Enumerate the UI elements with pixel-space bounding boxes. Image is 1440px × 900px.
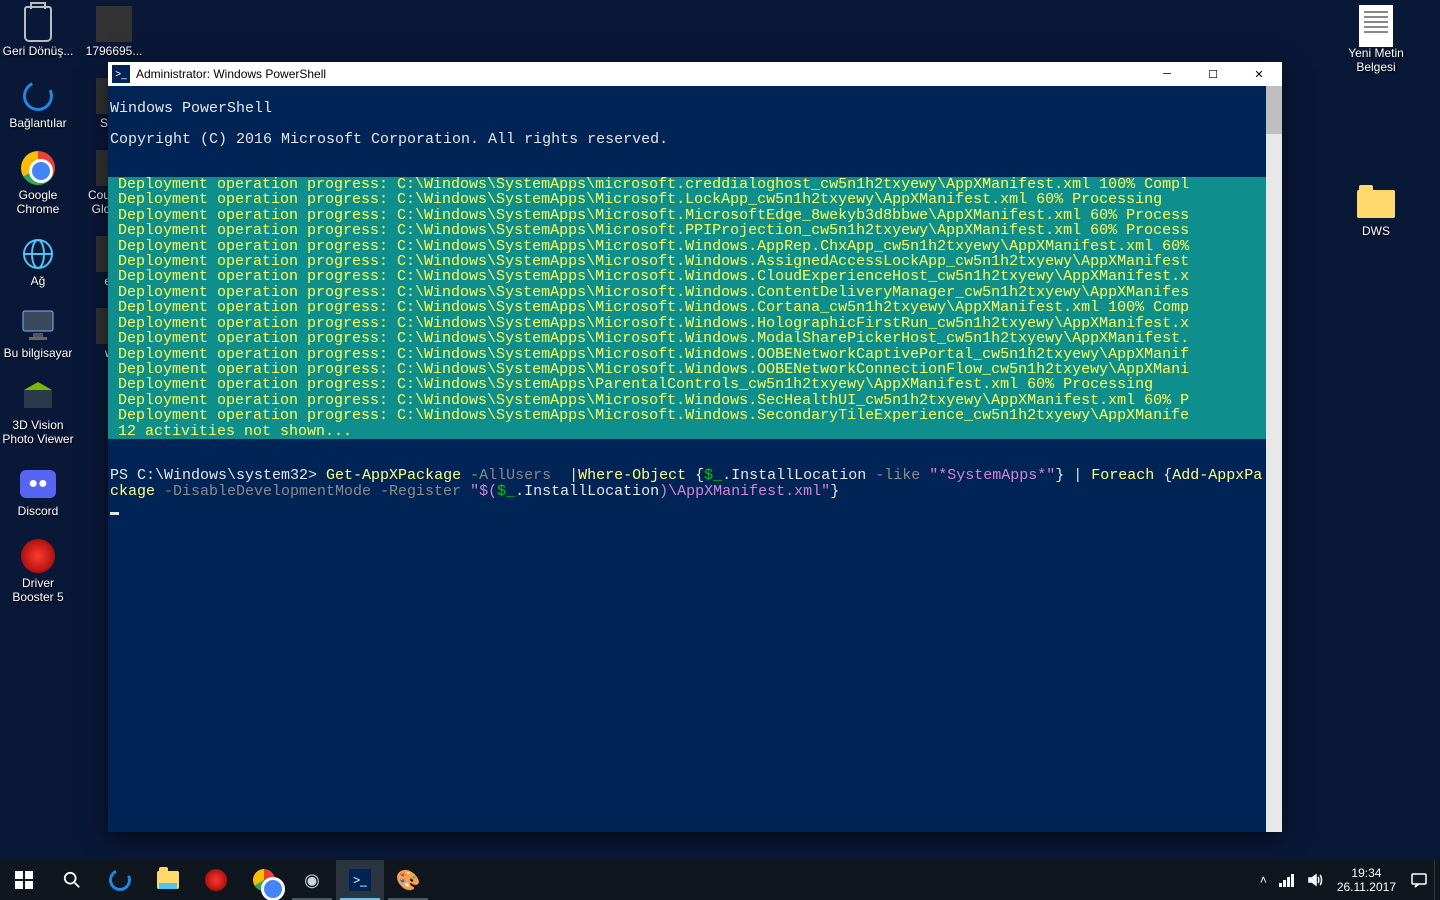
command-line: PS C:\Windows\system32> Get-AppXPackage … (108, 468, 1266, 514)
bin-icon (18, 4, 58, 44)
chrome-icon (18, 148, 58, 188)
desktop-icon[interactable]: Ağ (0, 234, 76, 288)
progress-line: Deployment operation progress: C:\Window… (118, 239, 1266, 254)
progress-line: Deployment operation progress: C:\Window… (118, 362, 1266, 377)
desktop-icon-label: 3D Vision Photo Viewer (2, 418, 74, 446)
progress-line: Deployment operation progress: C:\Window… (118, 285, 1266, 300)
taskbar-edge[interactable] (96, 860, 144, 900)
taskbar-clock[interactable]: 19:34 26.11.2017 (1329, 866, 1404, 894)
start-button[interactable] (0, 860, 48, 900)
terminal-body[interactable]: Windows PowerShell Copyright (C) 2016 Mi… (108, 86, 1282, 832)
desktop-icon-label: Yeni Metin Belgesi (1340, 46, 1412, 74)
taskbar-steam[interactable]: ◉ (288, 860, 336, 900)
desktop-icon-label: DWS (1362, 224, 1390, 238)
desktop-icon[interactable]: Geri Dönüş... (0, 4, 76, 58)
taskbar-file-explorer[interactable] (144, 860, 192, 900)
clock-date: 26.11.2017 (1337, 880, 1396, 894)
taskbar-paint[interactable]: 🎨 (384, 860, 432, 900)
taskbar-driver-booster[interactable] (192, 860, 240, 900)
search-button[interactable] (48, 860, 96, 900)
doc-icon (1356, 6, 1396, 46)
desktop-icon-label: Google Chrome (2, 188, 74, 216)
progress-line: Deployment operation progress: C:\Window… (118, 347, 1266, 362)
desktop-icon-label: Ağ (31, 274, 46, 288)
desktop-icon[interactable]: Driver Booster 5 (0, 536, 76, 604)
desktop-icon-label: 1796695... (86, 44, 143, 58)
db-icon (18, 536, 58, 576)
minimize-button[interactable]: ─ (1144, 62, 1190, 86)
taskbar-powershell[interactable]: >_ (336, 860, 384, 900)
desktop-icon[interactable]: 3D Vision Photo Viewer (0, 378, 76, 446)
net-icon (18, 234, 58, 274)
progress-line: 12 activities not shown... (118, 424, 1266, 439)
progress-line: Deployment operation progress: C:\Window… (118, 316, 1266, 331)
desktop-icon[interactable]: DWS (1338, 184, 1414, 238)
desktop-icon[interactable]: 1796695... (76, 4, 152, 58)
taskbar-chrome[interactable] (240, 860, 288, 900)
desktop-icon[interactable]: Yeni Metin Belgesi (1338, 6, 1414, 74)
progress-block: Deployment operation progress: C:\Window… (108, 177, 1266, 439)
progress-line: Deployment operation progress: C:\Window… (118, 269, 1266, 284)
scrollbar-track[interactable] (1266, 86, 1282, 832)
cursor (110, 512, 119, 515)
tray-overflow-icon[interactable]: ˄ (1254, 860, 1273, 900)
scrollbar-thumb[interactable] (1266, 86, 1282, 134)
3dv-icon (18, 378, 58, 418)
pc-icon (18, 306, 58, 346)
ps-header-1: Windows PowerShell (108, 101, 1266, 116)
window-titlebar[interactable]: >_ Administrator: Windows PowerShell ─ ☐… (108, 62, 1282, 86)
desktop-icon[interactable]: Google Chrome (0, 148, 76, 216)
folder-icon (1356, 184, 1396, 224)
window-title: Administrator: Windows PowerShell (136, 67, 1144, 81)
maximize-button[interactable]: ☐ (1190, 62, 1236, 86)
discord-icon: ●● (18, 464, 58, 504)
ps-header-2: Copyright (C) 2016 Microsoft Corporation… (108, 132, 1266, 147)
progress-line: Deployment operation progress: C:\Window… (118, 393, 1266, 408)
desktop-icon-label: Driver Booster 5 (2, 576, 74, 604)
desktop-icon[interactable]: Bu bilgisayar (0, 306, 76, 360)
desktop-icon[interactable]: Bağlantılar (0, 76, 76, 130)
progress-line: Deployment operation progress: C:\Window… (118, 177, 1266, 192)
progress-line: Deployment operation progress: C:\Window… (118, 408, 1266, 423)
clock-time: 19:34 (1351, 866, 1381, 880)
desktop-icon-label: Geri Dönüş... (3, 44, 74, 58)
powershell-window: >_ Administrator: Windows PowerShell ─ ☐… (108, 62, 1282, 832)
close-button[interactable]: ✕ (1236, 62, 1282, 86)
progress-line: Deployment operation progress: C:\Window… (118, 208, 1266, 223)
desktop-icon[interactable]: ●●Discord (0, 464, 76, 518)
desktop-icon-label: Bağlantılar (9, 116, 66, 130)
desktop-icon-label: Bu bilgisayar (4, 346, 73, 360)
tray-volume-icon[interactable] (1301, 860, 1329, 900)
powershell-icon: >_ (112, 65, 130, 83)
taskbar: ◉ >_ 🎨 ˄ 19:34 26.11.2017 (0, 860, 1440, 900)
progress-line: Deployment operation progress: C:\Window… (118, 223, 1266, 238)
progress-line: Deployment operation progress: C:\Window… (118, 300, 1266, 315)
progress-line: Deployment operation progress: C:\Window… (118, 254, 1266, 269)
desktop-icon-label: Discord (18, 504, 59, 518)
show-desktop-button[interactable] (1434, 860, 1440, 900)
progress-line: Deployment operation progress: C:\Window… (118, 192, 1266, 207)
tray-network-icon[interactable] (1273, 860, 1301, 900)
edge-icon (18, 76, 58, 116)
progress-line: Deployment operation progress: C:\Window… (118, 377, 1266, 392)
app-icon (94, 4, 134, 44)
progress-line: Deployment operation progress: C:\Window… (118, 331, 1266, 346)
system-tray: ˄ 19:34 26.11.2017 (1254, 860, 1440, 900)
action-center-icon[interactable] (1404, 860, 1434, 900)
